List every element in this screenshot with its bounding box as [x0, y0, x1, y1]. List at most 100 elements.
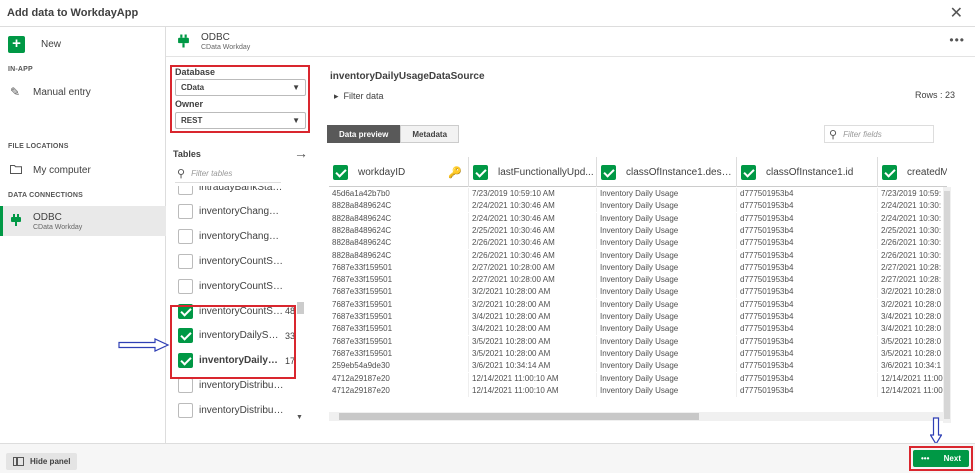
table-checkbox[interactable] — [178, 377, 193, 393]
column-checkbox[interactable] — [473, 164, 488, 180]
table-checkbox[interactable] — [178, 186, 193, 195]
table-checkbox[interactable] — [178, 253, 193, 269]
table-cell: Inventory Daily Usage — [597, 311, 737, 323]
column-checkbox[interactable] — [333, 164, 348, 180]
data-connections-heading: DATA CONNECTIONS — [8, 192, 84, 199]
table-cell: 2/27/2021 10:28:00 AM — [469, 274, 597, 287]
table-cell: Inventory Daily Usage — [597, 200, 737, 213]
table-list-item[interactable]: intradayBankState... — [171, 186, 299, 199]
data-preview-grid: workdayID 🔑 lastFunctionallyUpd... classOfI… — [329, 157, 947, 423]
more-options-icon[interactable]: ••• — [949, 33, 965, 47]
database-select[interactable]: CData ▼ — [175, 79, 306, 96]
table-row: 8828a8489624C 2/24/2021 10:30:46 AM Invent… — [329, 200, 947, 213]
table-cell: 3/4/2021 10:28:00 AM — [469, 311, 597, 323]
column-checkbox[interactable] — [741, 164, 756, 180]
table-row: 7687e33f159501 3/4/2021 10:28:00 AM Invent… — [329, 323, 947, 336]
tab-data-preview[interactable]: Data preview — [327, 125, 401, 143]
table-cell: 3/2/2021 10:28:0 — [878, 299, 947, 311]
table-cell: 2/24/2021 10:30:46 AM — [469, 200, 597, 213]
pencil-icon: ✎ — [10, 85, 21, 99]
table-checkbox[interactable] — [178, 204, 193, 220]
table-cell: 3/6/2021 10:34:14 AM — [469, 360, 597, 373]
table-row: 7687e33f159501 3/5/2021 10:28:00 AM Invent… — [329, 335, 947, 348]
dialog-title: Add data to WorkdayApp — [7, 7, 139, 19]
table-cell: 2/25/2021 10:30:46 AM — [469, 224, 597, 237]
table-cell: d777501953b4 — [737, 311, 878, 323]
table-name: inventoryCountShe... — [199, 280, 284, 292]
table-cell: 2/27/2021 10:28:00 AM — [469, 261, 597, 274]
table-list-item[interactable]: inventoryCountShe... — [171, 274, 299, 298]
column-header[interactable]: createdMo — [878, 157, 947, 187]
tables-scrollbar[interactable]: ▼ — [296, 186, 304, 424]
table-cell: d777501953b4 — [737, 200, 878, 213]
search-icon: ⚲ — [829, 128, 838, 141]
table-cell: 3/2/2021 10:28:0 — [878, 286, 947, 298]
column-header[interactable]: lastFunctionallyUpd... — [469, 157, 597, 187]
table-cell: 3/4/2021 10:28:0 — [878, 311, 947, 323]
preview-tabs: Data preview Metadata — [327, 125, 460, 143]
file-locations-heading: FILE LOCATIONS — [8, 143, 69, 150]
table-list-item[interactable]: inventoryCountSheet — [171, 249, 299, 273]
filter-data-toggle[interactable]: ▸ Filter data — [334, 91, 384, 102]
sidebar-item-odbc[interactable]: ODBC CData Workday — [0, 206, 166, 236]
footer: Hide panel — [0, 443, 975, 473]
table-cell: 3/5/2021 10:28:0 — [878, 348, 947, 360]
column-header[interactable]: classOfInstance1.id — [737, 157, 878, 187]
table-list-item[interactable]: inventoryChangeB... — [171, 225, 299, 249]
grid-vscroll-thumb[interactable] — [944, 191, 950, 419]
table-cell: 12/14/2021 11:00:10 AM — [469, 384, 597, 397]
next-button[interactable]: ••• Next — [913, 450, 969, 467]
sidebar-item-my-computer[interactable]: My computer — [0, 158, 166, 182]
table-cell: d777501953b4 — [737, 360, 878, 373]
table-cell: 2/26/2021 10:30: — [878, 237, 947, 249]
table-cell: 7687e33f159501 — [329, 335, 469, 348]
hide-panel-button[interactable]: Hide panel — [6, 453, 78, 470]
table-list-item[interactable]: inventoryChangeB... — [171, 200, 299, 224]
table-cell: d777501953b4 — [737, 188, 878, 200]
table-cell: Inventory Daily Usage — [597, 335, 737, 348]
table-row: 259eb54a9de30 3/6/2021 10:34:14 AM Invento… — [329, 360, 947, 373]
scroll-down-icon[interactable]: ▼ — [296, 414, 303, 421]
table-cell: Inventory Daily Usage — [597, 188, 737, 200]
table-cell: d777501953b4 — [737, 212, 878, 225]
table-cell: d777501953b4 — [737, 224, 878, 237]
title-bar: Add data to WorkdayApp ✕ — [0, 0, 975, 27]
table-cell: 3/2/2021 10:28:00 AM — [469, 298, 597, 311]
grid-hscroll-thumb[interactable] — [339, 413, 699, 420]
sidebar-item-manual-entry[interactable]: ✎ Manual entry — [0, 80, 166, 104]
table-checkbox[interactable] — [178, 278, 193, 294]
table-cell: 45d6a1a42b7b0 — [329, 188, 469, 200]
table-cell: d777501953b4 — [737, 347, 878, 360]
table-cell: 4712a29187e20 — [329, 372, 469, 385]
table-cell: 3/4/2021 10:28:0 — [878, 323, 947, 335]
grid-horizontal-scrollbar[interactable] — [329, 412, 943, 421]
new-button[interactable]: + New — [8, 35, 61, 53]
grid-vertical-scrollbar[interactable] — [943, 187, 951, 423]
column-header[interactable]: workdayID 🔑 — [329, 157, 469, 187]
owner-select[interactable]: REST ▼ — [175, 112, 306, 129]
table-cell: 4712a29187e20 — [329, 384, 469, 397]
tables-heading: Tables — [173, 149, 201, 159]
table-row: 7687e33f159501 3/2/2021 10:28:00 AM Invent… — [329, 298, 947, 311]
column-name: classOfInstance1.id — [766, 166, 854, 178]
table-cell: Inventory Daily Usage — [597, 237, 737, 250]
table-cell: 259eb54a9de30 — [329, 360, 469, 373]
table-checkbox[interactable] — [178, 229, 193, 245]
column-header[interactable]: classOfInstance1.descri... — [597, 157, 737, 187]
table-cell: d777501953b4 — [737, 384, 878, 397]
tab-metadata[interactable]: Metadata — [400, 125, 460, 143]
tables-scroll-thumb[interactable] — [297, 302, 304, 314]
table-row: 4712a29187e20 12/14/2021 11:00:10 AM Inven… — [329, 384, 947, 397]
table-cell: Inventory Daily Usage — [597, 274, 737, 287]
table-row: 8828a8489624C 2/25/2021 10:30:46 AM Invent… — [329, 224, 947, 237]
column-checkbox[interactable] — [601, 164, 616, 180]
table-cell: Inventory Daily Usage — [597, 249, 737, 262]
arrow-right-icon[interactable]: → — [294, 145, 308, 161]
filter-fields-input[interactable]: ⚲ Filter fields — [824, 125, 934, 143]
table-checkbox[interactable] — [178, 402, 193, 418]
table-cell: 12/14/2021 11:00 — [878, 385, 947, 397]
column-checkbox[interactable] — [882, 164, 897, 180]
close-icon[interactable]: ✕ — [950, 3, 963, 23]
table-list-item[interactable]: inventoryDistributi... — [171, 398, 299, 422]
filter-tables-input[interactable]: ⚲ Filter tables — [175, 165, 281, 183]
